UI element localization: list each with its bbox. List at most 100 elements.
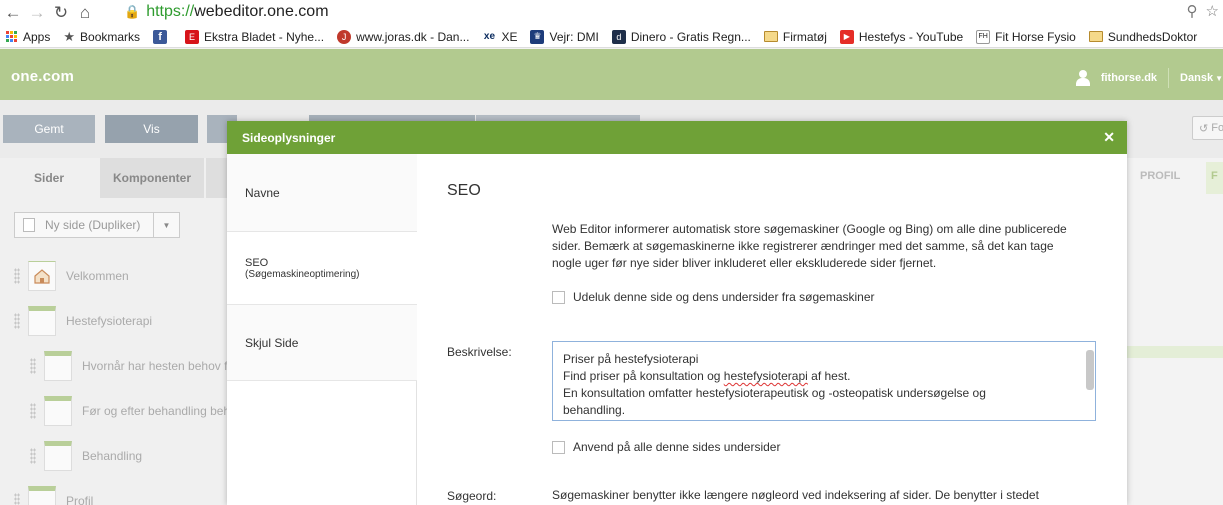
bookmark-bookmarks[interactable]: ★ Bookmarks bbox=[63, 29, 140, 45]
page-icon bbox=[44, 351, 72, 381]
bookmark-fithorse[interactable]: FH Fit Horse Fysio bbox=[976, 29, 1076, 44]
bookmark-dinero[interactable]: d Dinero - Gratis Regn... bbox=[611, 29, 751, 44]
undo-icon: ↺ bbox=[1199, 122, 1209, 135]
drag-handle-icon[interactable] bbox=[30, 358, 36, 374]
tab-more[interactable] bbox=[206, 158, 228, 198]
bookmark-label: Ekstra Bladet - Nyhe... bbox=[204, 29, 325, 44]
pages-panel: Sider Komponenter Ny side (Dupliker) ▼ V… bbox=[0, 158, 237, 505]
description-label: Beskrivelse: bbox=[447, 345, 512, 359]
url-scheme: https:// bbox=[146, 3, 195, 20]
page-item-foer-efter[interactable]: Før og efter behandling beha bbox=[30, 396, 237, 426]
user-name[interactable]: fithorse.dk bbox=[1101, 72, 1157, 84]
chevron-down-icon: ▼ bbox=[1215, 73, 1223, 83]
bookmark-sundhedsdoktor[interactable]: SundhedsDoktor bbox=[1088, 29, 1198, 44]
apply-row: Anvend på alle denne sides undersider bbox=[552, 440, 780, 454]
drag-handle-icon[interactable] bbox=[30, 403, 36, 419]
bookmark-label: www.joras.dk - Dan... bbox=[356, 29, 470, 44]
folder-icon bbox=[763, 31, 778, 42]
page-item-hvornaar[interactable]: Hvornår har hesten behov fo bbox=[30, 351, 234, 381]
bookmark-ekstrabladet[interactable]: E Ekstra Bladet - Nyhe... bbox=[185, 29, 325, 44]
nav-item-names[interactable]: Navne bbox=[227, 154, 417, 232]
app-header: one.com fithorse.dk Dansk ▼ bbox=[0, 49, 1223, 100]
keywords-info-text: Søgemaskiner benytter ikke længere nøgle… bbox=[552, 488, 1039, 502]
saved-button[interactable]: Gemt bbox=[3, 115, 95, 143]
page-info-dialog: Sideoplysninger ✕ Navne SEO (Søgemaskine… bbox=[227, 121, 1127, 505]
description-text: af hest. bbox=[807, 369, 851, 383]
bookmark-apps[interactable]: Apps bbox=[6, 30, 50, 44]
dialog-nav: Navne SEO (Søgemaskineoptimering) Skjul … bbox=[227, 154, 417, 505]
bookmark-label: Vejr: DMI bbox=[549, 29, 599, 44]
home-page-icon bbox=[28, 261, 56, 291]
exclude-label: Udeluk denne side og dens undersider fra… bbox=[573, 290, 875, 304]
document-icon bbox=[23, 218, 35, 232]
bookmark-star-icon[interactable]: ☆ bbox=[1206, 2, 1219, 20]
description-line: En konsultation omfatter hestefysioterap… bbox=[563, 386, 986, 400]
page-item-behandling[interactable]: Behandling bbox=[30, 441, 142, 471]
page-item-profil[interactable]: Profil bbox=[14, 486, 93, 505]
forward-arrow-icon[interactable]: → bbox=[26, 2, 48, 24]
back-arrow-icon[interactable]: ← bbox=[2, 2, 24, 24]
description-line: Priser på hestefysioterapi bbox=[563, 352, 699, 366]
dinero-icon: d bbox=[611, 29, 626, 44]
spellcheck-word: hestefysioterapi bbox=[723, 369, 808, 383]
reload-icon[interactable]: ↻ bbox=[50, 2, 72, 24]
page-icon bbox=[28, 306, 56, 336]
view-button[interactable]: Vis bbox=[105, 115, 198, 143]
tab-components[interactable]: Komponenter bbox=[100, 158, 204, 198]
drag-handle-icon[interactable] bbox=[14, 268, 20, 284]
description-line: behandling. bbox=[563, 403, 626, 417]
home-icon[interactable]: ⌂ bbox=[74, 2, 96, 24]
seo-panel: SEO Web Editor informerer automatisk sto… bbox=[418, 154, 1127, 505]
bookmark-firmatoj[interactable]: Firmatøj bbox=[763, 29, 827, 44]
textarea-scrollbar[interactable] bbox=[1086, 350, 1094, 390]
star-icon: ★ bbox=[63, 28, 76, 44]
address-bar[interactable]: 🔒 https://webeditor.one.com bbox=[118, 1, 1178, 23]
bookmark-label: Dinero - Gratis Regn... bbox=[630, 29, 751, 44]
bookmark-facebook[interactable]: f bbox=[153, 29, 172, 44]
browser-toolbar: ← → ↻ ⌂ 🔒 https://webeditor.one.com ⚲ ☆ bbox=[0, 0, 1223, 26]
xe-icon: xe bbox=[482, 29, 497, 44]
nav-item-sublabel: (Søgemaskineoptimering) bbox=[245, 268, 360, 280]
bookmark-label: Firmatøj bbox=[782, 29, 827, 44]
new-page-dropdown[interactable]: Ny side (Dupliker) ▼ bbox=[14, 212, 180, 238]
keywords-label: Søgeord: bbox=[447, 489, 497, 503]
bookmark-label: SundhedsDoktor bbox=[1107, 29, 1198, 44]
selection-highlight bbox=[1127, 346, 1223, 358]
nav-item-label: SEO bbox=[245, 256, 269, 269]
bookmark-xe[interactable]: xe XE bbox=[482, 29, 517, 44]
bookmarks-bar: Apps ★ Bookmarks f E Ekstra Bladet - Nyh… bbox=[0, 26, 1223, 48]
bookmark-joras[interactable]: J www.joras.dk - Dan... bbox=[337, 29, 470, 44]
bookmark-label: Apps bbox=[23, 29, 51, 44]
nav-item-hide-page[interactable]: Skjul Side bbox=[227, 305, 417, 381]
bookmark-youtube[interactable]: ▶ Hestefys - YouTube bbox=[839, 29, 964, 44]
tab-pages[interactable]: Sider bbox=[0, 158, 98, 198]
tab-profil[interactable]: PROFIL bbox=[1140, 170, 1180, 182]
dialog-title: Sideoplysninger bbox=[242, 130, 336, 145]
drag-handle-icon[interactable] bbox=[14, 493, 20, 505]
bookmark-label: Hestefys - YouTube bbox=[858, 29, 964, 44]
nav-item-seo[interactable]: SEO (Søgemaskineoptimering) bbox=[227, 232, 417, 305]
dialog-header: Sideoplysninger ✕ bbox=[227, 121, 1127, 154]
page-icon bbox=[44, 441, 72, 471]
apply-checkbox[interactable] bbox=[552, 440, 565, 454]
close-icon[interactable]: ✕ bbox=[1103, 129, 1115, 146]
drag-handle-icon[interactable] bbox=[14, 313, 20, 329]
undo-button[interactable]: ↺ Fo bbox=[1192, 116, 1223, 140]
description-text: Find priser på konsultation og bbox=[563, 369, 724, 383]
undo-label: Fo bbox=[1211, 122, 1223, 134]
fithorse-icon: FH bbox=[976, 29, 991, 44]
facebook-icon: f bbox=[153, 29, 168, 44]
pin-icon[interactable]: ⚲ bbox=[1187, 2, 1198, 20]
page-item-hestefysioterapi[interactable]: Hestefysioterapi bbox=[14, 306, 152, 336]
description-textarea[interactable]: Priser på hestefysioterapi Find priser p… bbox=[552, 341, 1096, 421]
chevron-down-icon[interactable]: ▼ bbox=[153, 213, 179, 237]
user-icon bbox=[1075, 70, 1091, 86]
page-item-velkommen[interactable]: Velkommen bbox=[14, 261, 129, 291]
apps-grid-icon bbox=[6, 31, 17, 42]
bookmark-dmi[interactable]: ♛ Vejr: DMI bbox=[530, 29, 599, 44]
drag-handle-icon[interactable] bbox=[30, 448, 36, 464]
language-selector[interactable]: Dansk bbox=[1180, 72, 1213, 84]
url-host: webeditor.one.com bbox=[194, 3, 329, 20]
exclude-checkbox[interactable] bbox=[552, 290, 565, 304]
tab-green[interactable]: F bbox=[1206, 162, 1223, 194]
